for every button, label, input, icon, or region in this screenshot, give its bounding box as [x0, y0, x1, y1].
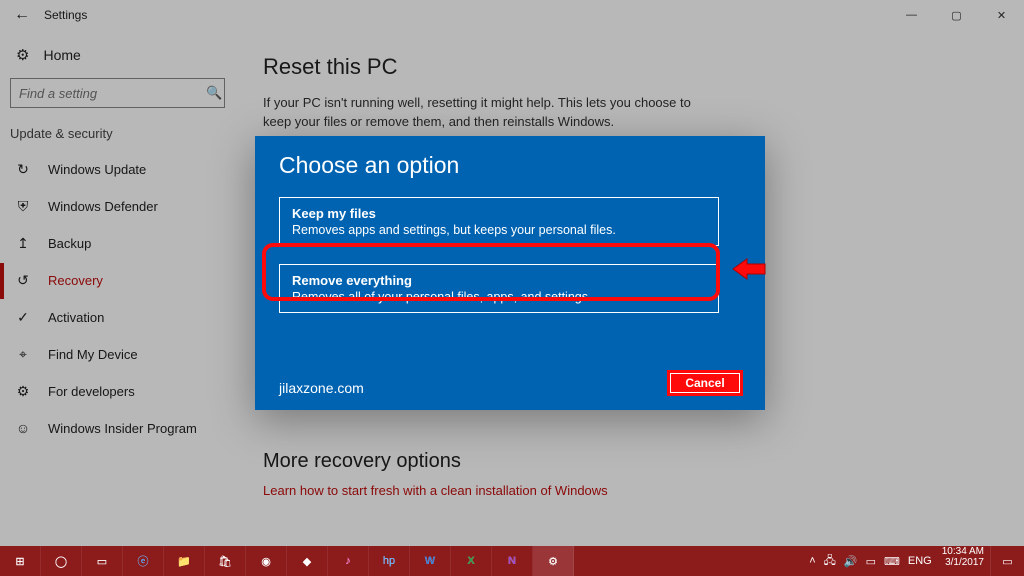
taskbar-settings[interactable]: ⚙	[533, 546, 574, 576]
sidebar-item-label: For developers	[48, 384, 135, 399]
taskbar-explorer[interactable]: 📁	[164, 546, 205, 576]
search-input[interactable]	[11, 86, 205, 101]
sidebar-item-backup[interactable]: ↥ Backup	[0, 225, 235, 262]
onenote-icon: N	[508, 555, 516, 567]
sidebar-item-label: Activation	[48, 310, 104, 325]
cortana-icon: ◯	[55, 555, 67, 568]
sidebar-item-label: Windows Insider Program	[48, 421, 197, 436]
titlebar: ← Settings — ▢ ✕	[0, 0, 1024, 30]
word-icon: W	[425, 555, 435, 567]
learn-fresh-install-link[interactable]: Learn how to start fresh with a clean in…	[263, 483, 996, 498]
gear-icon: ⚙	[16, 46, 29, 64]
option-subtitle: Removes all of your personal files, apps…	[292, 290, 706, 304]
option-remove-everything[interactable]: Remove everything Removes all of your pe…	[279, 264, 719, 313]
refresh-icon: ↻	[14, 161, 32, 178]
close-button[interactable]: ✕	[979, 0, 1024, 30]
system-tray[interactable]: ˄ 🖧 🔊 ▭ ⌨ ENG	[803, 546, 938, 576]
folder-icon: 📁	[177, 555, 191, 568]
taskbar-chrome[interactable]: ◉	[246, 546, 287, 576]
store-icon: 🛍	[218, 555, 232, 568]
shield-icon: ⛨	[14, 198, 32, 215]
recovery-icon: ↺	[14, 272, 32, 289]
sidebar: ⚙ Home 🔍 Update & security ↻ Windows Upd…	[0, 30, 235, 546]
insider-icon: ☺	[14, 420, 32, 436]
network-icon[interactable]: 🖧	[824, 552, 836, 571]
taskview-button[interactable]: ▭	[82, 546, 123, 576]
sidebar-item-label: Find My Device	[48, 347, 138, 362]
chrome-icon: ◉	[261, 555, 271, 568]
option-title: Keep my files	[292, 206, 706, 221]
dialog-title: Choose an option	[279, 152, 741, 179]
sidebar-item-insider[interactable]: ☺ Windows Insider Program	[0, 410, 235, 446]
home-label: Home	[43, 47, 80, 63]
excel-icon: X	[467, 555, 474, 567]
action-center-button[interactable]: ▭	[990, 546, 1024, 576]
reset-choose-option-dialog: Choose an option Keep my files Removes a…	[255, 136, 765, 410]
more-recovery-heading: More recovery options	[263, 450, 996, 473]
taskbar-hp[interactable]: hp	[369, 546, 410, 576]
sidebar-item-recovery[interactable]: ↺ Recovery	[0, 262, 235, 299]
volume-icon[interactable]: 🔊	[844, 555, 858, 568]
upload-icon: ↥	[14, 235, 32, 252]
taskbar-word[interactable]: W	[410, 546, 451, 576]
windows-icon: ⊞	[15, 555, 24, 568]
option-subtitle: Removes apps and settings, but keeps you…	[292, 223, 706, 237]
taskview-icon: ▭	[97, 555, 107, 568]
annotation-arrow-icon	[729, 253, 769, 285]
battery-icon[interactable]: ▭	[866, 555, 876, 568]
taskbar-edge[interactable]: ⓔ	[123, 546, 164, 576]
taskbar-onenote[interactable]: N	[492, 546, 533, 576]
language-indicator[interactable]: ENG	[908, 555, 932, 567]
hp-icon: hp	[383, 555, 395, 567]
window-title: Settings	[44, 8, 889, 22]
sidebar-item-label: Windows Defender	[48, 199, 158, 214]
taskbar-clock[interactable]: 10:34 AM 3/1/2017	[938, 546, 990, 576]
sidebar-item-label: Backup	[48, 236, 91, 251]
sidebar-item-for-developers[interactable]: ⚙ For developers	[0, 373, 235, 410]
clock-time: 10:34 AM	[942, 546, 984, 557]
taskbar-itunes[interactable]: ♪	[328, 546, 369, 576]
search-box[interactable]: 🔍	[10, 78, 225, 108]
developers-icon: ⚙	[14, 383, 32, 400]
minimize-button[interactable]: —	[889, 0, 934, 30]
edge-icon: ⓔ	[138, 553, 149, 569]
notification-icon: ▭	[1002, 555, 1012, 568]
location-icon: ⌖	[14, 346, 32, 363]
tray-chevron-icon[interactable]: ˄	[809, 555, 815, 567]
sidebar-item-find-my-device[interactable]: ⌖ Find My Device	[0, 336, 235, 373]
cortana-button[interactable]: ◯	[41, 546, 82, 576]
taskbar-store[interactable]: 🛍	[205, 546, 246, 576]
maximize-button[interactable]: ▢	[934, 0, 979, 30]
itunes-icon: ♪	[345, 555, 351, 567]
option-title: Remove everything	[292, 273, 706, 288]
page-title: Reset this PC	[263, 54, 996, 80]
search-icon: 🔍	[205, 85, 224, 101]
sidebar-item-label: Recovery	[48, 273, 103, 288]
category-header: Update & security	[0, 122, 235, 151]
sidebar-item-activation[interactable]: ✓ Activation	[0, 299, 235, 336]
sidebar-item-label: Windows Update	[48, 162, 146, 177]
sidebar-item-windows-defender[interactable]: ⛨ Windows Defender	[0, 188, 235, 225]
home-button[interactable]: ⚙ Home	[0, 40, 235, 76]
sidebar-item-windows-update[interactable]: ↻ Windows Update	[0, 151, 235, 188]
taskbar-app-1[interactable]: ◆	[287, 546, 328, 576]
gear-icon: ⚙	[548, 555, 558, 568]
lead-text: If your PC isn't running well, resetting…	[263, 94, 703, 132]
taskbar: ⊞ ◯ ▭ ⓔ 📁 🛍 ◉ ◆ ♪ hp W X N ⚙ ˄ 🖧 🔊 ▭ ⌨ E…	[0, 546, 1024, 576]
back-button[interactable]: ←	[0, 6, 44, 24]
app-icon: ◆	[303, 555, 311, 568]
taskbar-excel[interactable]: X	[451, 546, 492, 576]
start-button[interactable]: ⊞	[0, 546, 41, 576]
cancel-button[interactable]: Cancel	[667, 370, 743, 396]
watermark-text: jilaxzone.com	[279, 380, 364, 396]
clock-date: 3/1/2017	[942, 557, 984, 568]
option-keep-my-files[interactable]: Keep my files Removes apps and settings,…	[279, 197, 719, 246]
keyboard-icon[interactable]: ⌨	[884, 555, 900, 568]
check-icon: ✓	[14, 309, 32, 326]
